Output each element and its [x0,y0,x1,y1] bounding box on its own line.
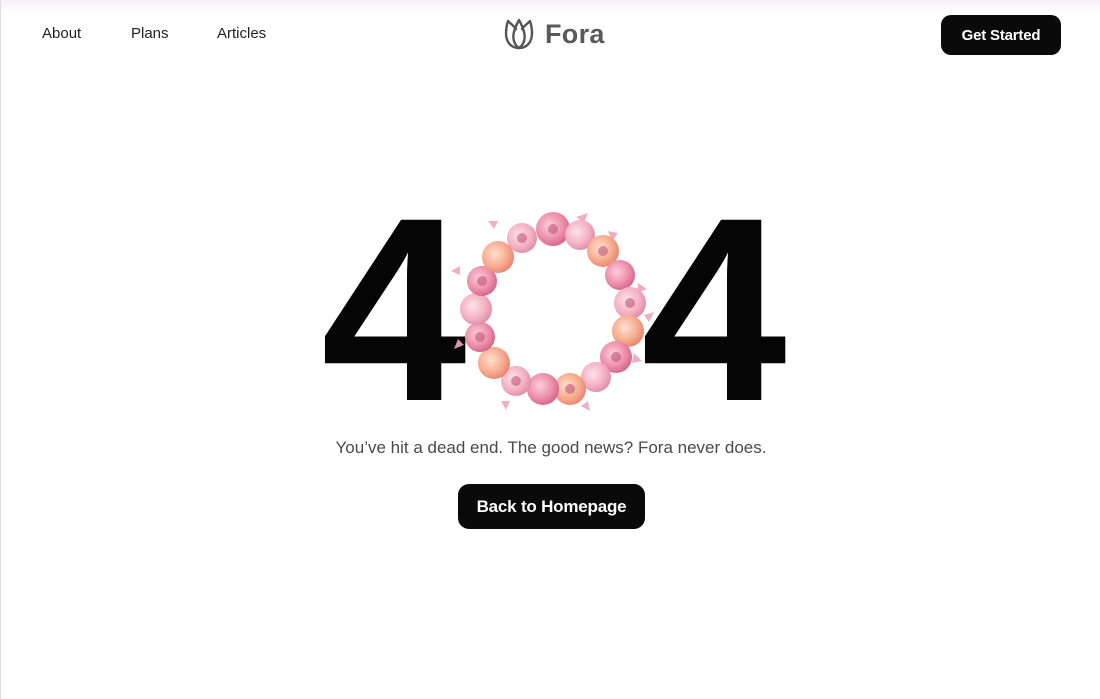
back-to-homepage-button[interactable]: Back to Homepage [458,484,645,529]
brand-logo[interactable]: Fora [503,17,605,51]
tulip-icon [504,18,534,50]
nav-link-about[interactable]: About [42,25,81,42]
nav-link-articles[interactable]: Articles [217,25,266,42]
flower-wreath-image [451,212,654,411]
page: About Plans Articles Fora Get Started 4 [0,0,1100,699]
brand-name: Fora [545,18,605,49]
digit-four-right: 4 [641,163,787,456]
top-navigation: About Plans Articles Fora Get Started [1,0,1100,70]
error-message: You’ve hit a dead end. The good news? Fo… [335,438,767,457]
error-404-hero: 4 4 [1,163,1100,456]
digit-four-left: 4 [321,163,467,456]
nav-link-plans[interactable]: Plans [131,25,169,42]
get-started-button[interactable]: Get Started [941,15,1061,55]
